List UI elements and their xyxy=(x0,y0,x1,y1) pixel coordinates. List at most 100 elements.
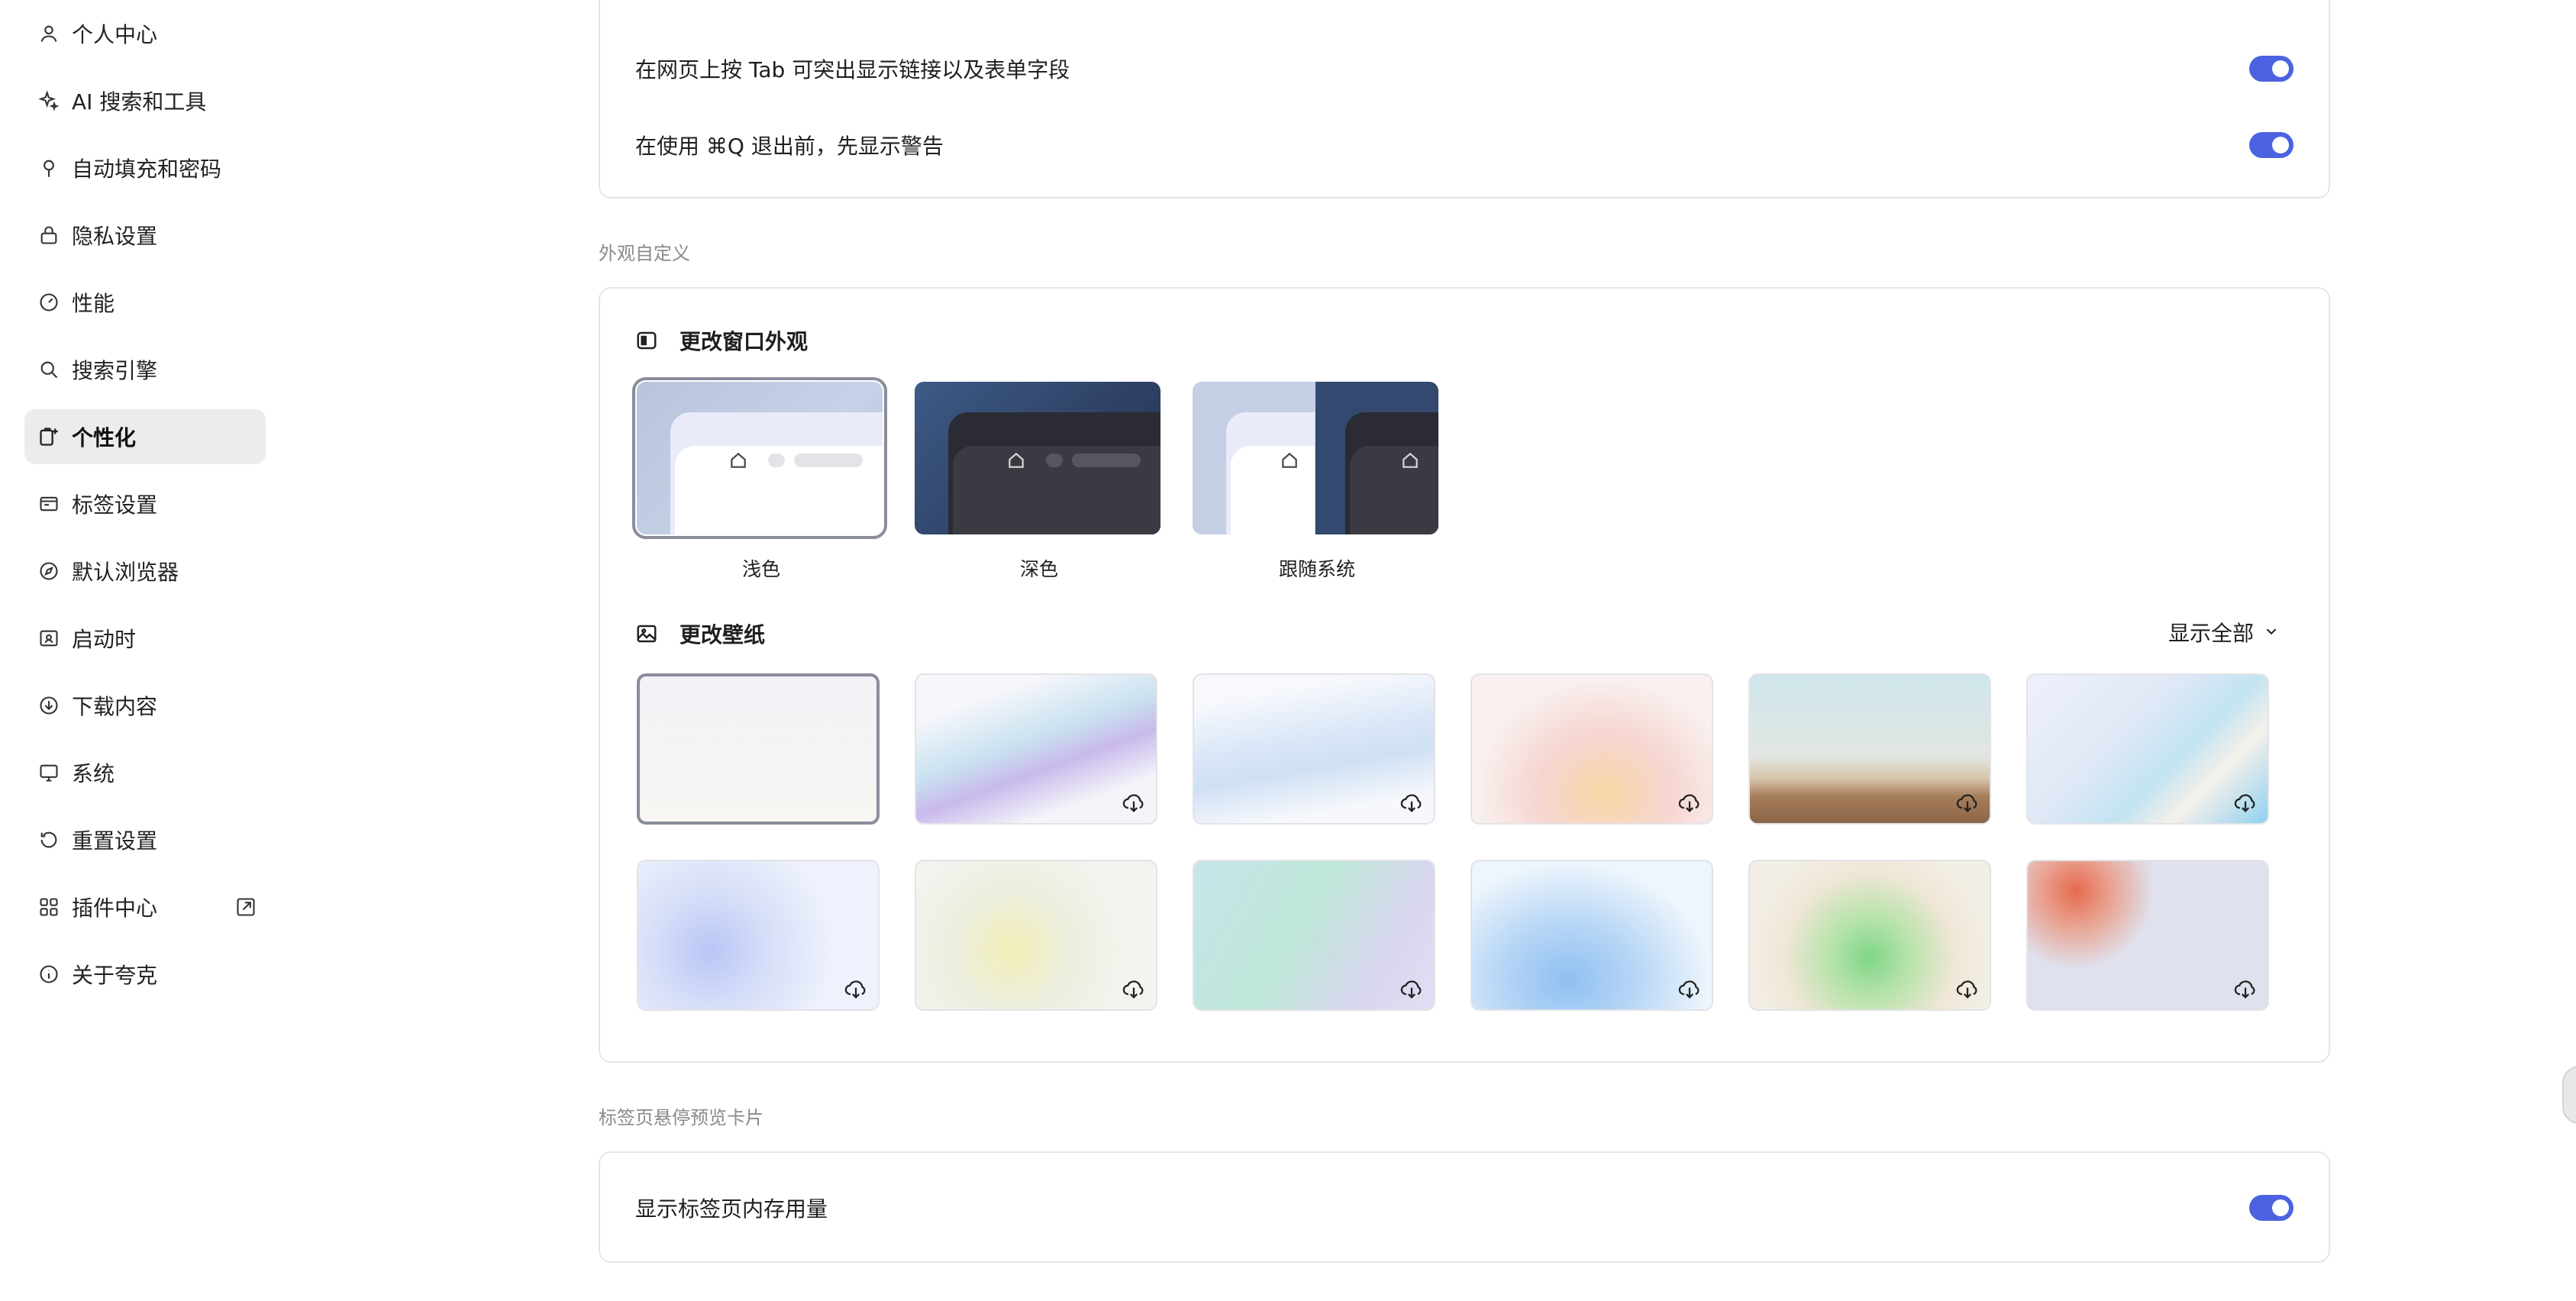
grid-icon xyxy=(38,896,60,918)
sidebar-item-ai-search[interactable]: AI 搜索和工具 xyxy=(24,73,266,128)
general-settings-card: 在网页上按 Tab 可突出显示链接以及表单字段 在使用 ⌘Q 退出前，先显示警告 xyxy=(599,0,2330,199)
hover-preview-card: 显示标签页内存用量 xyxy=(599,1151,2330,1263)
cloud-download-icon[interactable] xyxy=(1677,789,1703,815)
sidebar-item-label: 性能 xyxy=(72,291,115,316)
theme-option-light[interactable]: 浅色 xyxy=(632,377,887,582)
sidebar-item-label: 插件中心 xyxy=(72,896,158,921)
wallpaper-tile[interactable] xyxy=(915,860,1157,1011)
wallpaper-header: 更改壁纸 xyxy=(635,618,765,649)
user-icon xyxy=(38,23,60,44)
wallpaper-tile[interactable] xyxy=(637,673,880,825)
sidebar-item-privacy[interactable]: 隐私设置 xyxy=(24,208,266,263)
tab-highlight-toggle[interactable] xyxy=(2249,56,2294,82)
show-all-label: 显示全部 xyxy=(2168,621,2254,646)
sidebar-item-startup[interactable]: 启动时 xyxy=(24,611,266,666)
theme-label: 浅色 xyxy=(741,558,780,580)
wallpaper-tile[interactable] xyxy=(1193,673,1435,825)
sidebar-item-autofill[interactable]: 自动填充和密码 xyxy=(24,140,266,195)
sidebar: 个人中心 AI 搜索和工具 自动填充和密码 隐私设置 性能 搜索引擎 个性化 标… xyxy=(0,0,290,1301)
cloud-download-icon[interactable] xyxy=(1677,976,1703,1002)
sidebar-item-about[interactable]: 关于夸克 xyxy=(24,947,266,1002)
search-icon xyxy=(38,359,60,380)
wallpaper-tile[interactable] xyxy=(915,673,1157,825)
sidebar-item-personalize[interactable]: 个性化 xyxy=(24,409,266,464)
cloud-download-icon[interactable] xyxy=(1399,976,1425,1002)
theme-option-dark[interactable]: 深色 xyxy=(915,382,1164,582)
wallpaper-tile[interactable] xyxy=(1193,860,1435,1011)
sidebar-item-default-browser[interactable]: 默认浏览器 xyxy=(24,544,266,599)
cloud-download-icon[interactable] xyxy=(1955,789,1980,815)
theme-label: 跟随系统 xyxy=(1278,558,1355,580)
sidebar-item-label: 标签设置 xyxy=(72,492,158,518)
sidebar-item-label: 关于夸克 xyxy=(72,963,158,988)
sidebar-item-label: 个性化 xyxy=(72,425,137,450)
download-icon xyxy=(38,695,60,716)
sidebar-item-label: AI 搜索和工具 xyxy=(72,89,207,115)
settings-row: 在使用 ⌘Q 退出前，先显示警告 xyxy=(635,122,2294,168)
theme-preview-system xyxy=(1193,382,1438,534)
settings-row: 显示标签页内存用量 xyxy=(635,1185,2294,1231)
startup-icon xyxy=(38,628,60,649)
sidebar-item-label: 系统 xyxy=(72,761,115,786)
sidebar-item-downloads[interactable]: 下载内容 xyxy=(24,678,266,733)
scroll-handle[interactable] xyxy=(2562,1066,2576,1124)
personalize-icon xyxy=(38,426,60,447)
sidebar-item-profile[interactable]: 个人中心 xyxy=(24,6,266,61)
section-label-hover-preview: 标签页悬停预览卡片 xyxy=(599,1107,763,1128)
theme-preview-dark xyxy=(915,382,1160,534)
sidebar-item-label: 隐私设置 xyxy=(72,224,158,249)
external-link-icon[interactable] xyxy=(235,896,257,918)
cloud-download-icon[interactable] xyxy=(1121,789,1147,815)
cloud-download-icon[interactable] xyxy=(2232,976,2258,1002)
wallpaper-tile[interactable] xyxy=(2026,860,2269,1011)
window-appearance-title: 更改窗口外观 xyxy=(680,329,809,354)
wallpaper-tile[interactable] xyxy=(1470,673,1713,825)
cloud-download-icon[interactable] xyxy=(1955,976,1980,1002)
wallpaper-tile[interactable] xyxy=(637,860,880,1011)
sidebar-item-label: 个人中心 xyxy=(72,22,158,47)
sidebar-item-system[interactable]: 系统 xyxy=(24,745,266,800)
cloud-download-icon[interactable] xyxy=(1121,976,1147,1002)
sidebar-item-performance[interactable]: 性能 xyxy=(24,275,266,330)
sparkle-icon xyxy=(38,90,60,111)
cloud-download-icon[interactable] xyxy=(2232,789,2258,815)
chevron-down-icon xyxy=(2254,620,2280,645)
show-all-button[interactable]: 显示全部 xyxy=(2168,617,2280,647)
reset-icon xyxy=(38,829,60,851)
sidebar-item-extensions[interactable]: 插件中心 xyxy=(24,880,266,935)
sidebar-item-tabs[interactable]: 标签设置 xyxy=(24,476,266,531)
monitor-icon xyxy=(38,762,60,783)
wallpaper-title: 更改壁纸 xyxy=(680,622,766,647)
setting-label: 在使用 ⌘Q 退出前，先显示警告 xyxy=(635,134,944,159)
wallpaper-tile[interactable] xyxy=(1470,860,1713,1011)
sidebar-item-label: 搜索引擎 xyxy=(72,358,158,383)
sidebar-item-label: 自动填充和密码 xyxy=(72,157,222,182)
section-label-appearance: 外观自定义 xyxy=(599,243,690,264)
sidebar-item-label: 启动时 xyxy=(72,627,137,652)
window-icon xyxy=(635,329,658,352)
theme-label: 深色 xyxy=(1019,558,1058,580)
pin-icon xyxy=(38,157,60,179)
theme-option-system[interactable]: 跟随系统 xyxy=(1193,382,1441,582)
settings-row: 在网页上按 Tab 可突出显示链接以及表单字段 xyxy=(635,46,2294,92)
wallpaper-tile[interactable] xyxy=(1748,860,1991,1011)
setting-label: 在网页上按 Tab 可突出显示链接以及表单字段 xyxy=(635,57,1070,82)
compass-icon xyxy=(38,560,60,582)
sidebar-item-label: 默认浏览器 xyxy=(72,560,179,585)
appearance-card: 更改窗口外观 浅色 深色 跟随系统 更改壁纸 显示全部 xyxy=(599,287,2330,1063)
sidebar-item-reset[interactable]: 重置设置 xyxy=(24,812,266,867)
wallpaper-tile[interactable] xyxy=(1748,673,1991,825)
cloud-download-icon[interactable] xyxy=(1399,789,1425,815)
cloud-download-icon[interactable] xyxy=(843,976,869,1002)
tab-memory-toggle[interactable] xyxy=(2249,1195,2294,1221)
sidebar-item-label: 下载内容 xyxy=(72,694,158,719)
setting-label: 显示标签页内存用量 xyxy=(635,1196,828,1222)
quit-warning-toggle[interactable] xyxy=(2249,132,2294,158)
window-appearance-header: 更改窗口外观 xyxy=(635,325,808,356)
lock-icon xyxy=(38,224,60,246)
sidebar-item-search-engine[interactable]: 搜索引擎 xyxy=(24,342,266,397)
tab-icon xyxy=(38,493,60,515)
wallpaper-tile[interactable] xyxy=(2026,673,2269,825)
info-icon xyxy=(38,964,60,985)
theme-preview-light xyxy=(632,377,887,539)
